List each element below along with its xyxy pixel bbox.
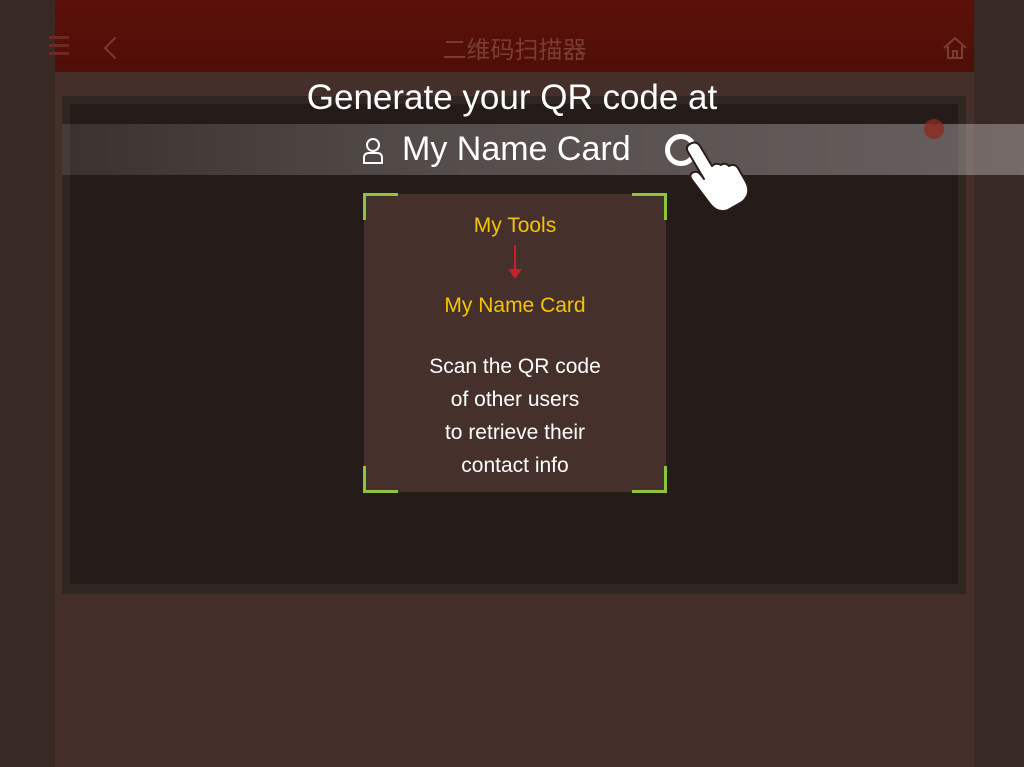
scan-instructions: Scan the QR code of other users to retri… — [364, 350, 666, 482]
step-my-tools: My Tools — [473, 214, 557, 237]
instruction-line: of other users — [450, 388, 580, 411]
home-icon[interactable] — [942, 36, 968, 64]
down-arrow-icon — [514, 245, 516, 271]
notification-dot — [924, 119, 944, 139]
scan-frame: My Tools My Name Card Scan the QR code o… — [363, 193, 667, 493]
instruction-line: to retrieve their — [444, 421, 586, 444]
header-bar: 二维码扫描器 — [49, 0, 974, 72]
name-card-label: My Name Card — [402, 130, 631, 168]
banner-title: Generate your QR code at — [306, 78, 718, 117]
page-title: 二维码扫描器 — [442, 36, 587, 64]
name-card-entry[interactable]: My Name Card — [358, 124, 631, 175]
instruction-line: Scan the QR code — [429, 355, 601, 378]
person-icon — [363, 137, 383, 164]
step-my-name-card: My Name Card — [444, 294, 586, 317]
hand-pointer-icon — [685, 141, 750, 212]
instruction-line: contact info — [461, 454, 569, 477]
down-arrow-head — [508, 269, 522, 279]
